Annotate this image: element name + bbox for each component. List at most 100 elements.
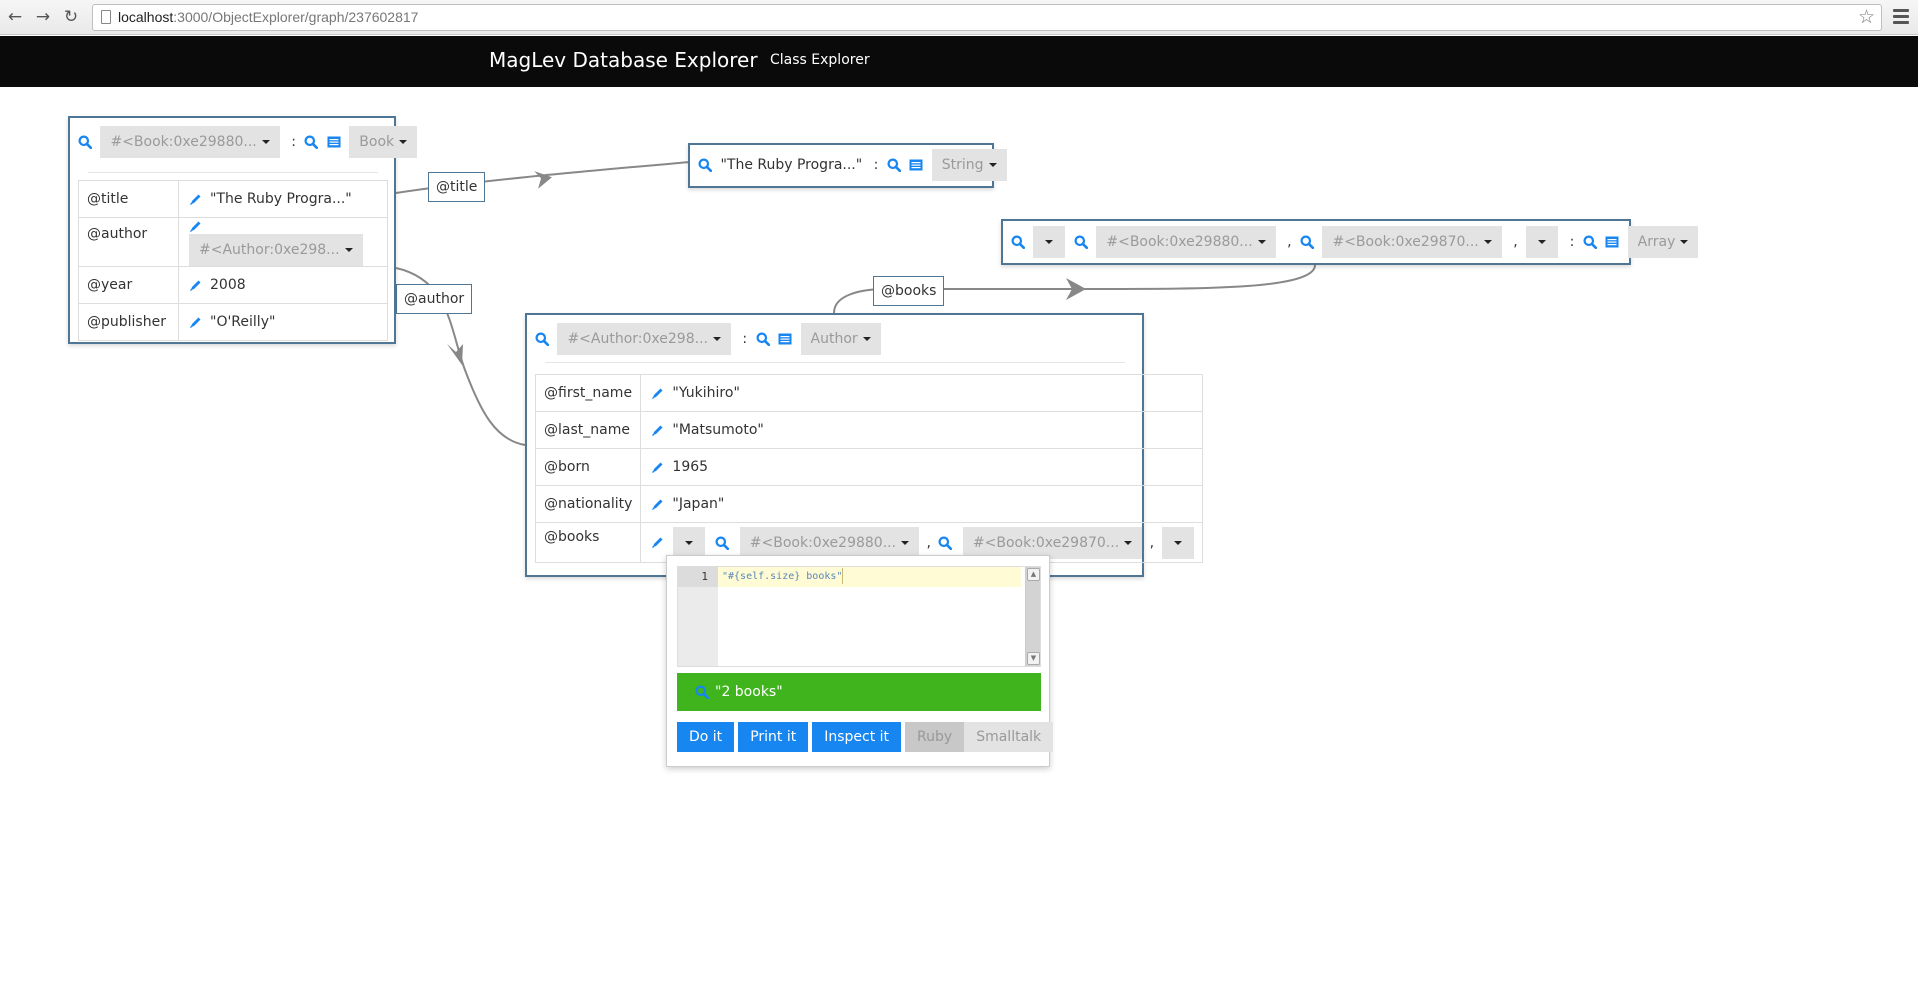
edge-label-books[interactable]: @books xyxy=(873,276,945,306)
element-dropdown[interactable]: #<Book:0xe29880... xyxy=(1096,226,1276,258)
object-book: #<Book:0xe29880... : Book @title "The Ru… xyxy=(68,116,418,344)
object-dropdown[interactable]: #<Book:0xe29880... xyxy=(100,126,280,158)
element-dropdown-label: #<Book:0xe29870... xyxy=(1332,234,1479,250)
attribute-value-text[interactable]: "Matsumoto" xyxy=(672,422,763,438)
action-buttons: Do it Print it Inspect it Ruby Smalltalk xyxy=(677,722,1054,752)
class-dropdown[interactable]: String xyxy=(931,149,1007,181)
caret-down-icon xyxy=(712,337,721,341)
search-icon[interactable] xyxy=(715,536,729,550)
editor-scrollbar[interactable]: ▲ ▼ xyxy=(1025,567,1040,666)
caret-down-icon xyxy=(1124,540,1133,545)
element-dropdown-label: #<Book:0xe29870... xyxy=(972,534,1120,551)
object-array: #<Book:0xe29880... , #<Book:0xe29870... … xyxy=(1001,219,1699,265)
object-dropdown[interactable]: #<Author:0xe298... xyxy=(557,323,731,355)
search-icon[interactable] xyxy=(887,158,901,172)
comma: , xyxy=(926,534,931,551)
list-icon[interactable] xyxy=(1605,236,1619,248)
search-icon[interactable] xyxy=(78,135,92,149)
list-icon[interactable] xyxy=(327,136,341,148)
do-it-button[interactable]: Do it xyxy=(677,722,735,752)
class-dropdown[interactable]: Array xyxy=(1627,226,1699,258)
attribute-value-text[interactable]: "Yukihiro" xyxy=(672,385,739,401)
list-icon[interactable] xyxy=(909,159,923,171)
attribute-value: 1965 xyxy=(640,448,1203,486)
caret-down-icon xyxy=(344,248,353,252)
pencil-icon[interactable] xyxy=(189,193,202,206)
search-icon[interactable] xyxy=(756,332,770,346)
object-dropdown-label: #<Author:0xe298... xyxy=(567,331,708,347)
element-dropdown[interactable]: #<Book:0xe29880... xyxy=(739,526,920,559)
pencil-icon[interactable] xyxy=(189,279,202,292)
code-line[interactable]: "#{self.size} books" xyxy=(718,567,1021,587)
collapse-dropdown[interactable] xyxy=(672,526,705,559)
scroll-down-icon[interactable]: ▼ xyxy=(1027,652,1040,665)
search-icon[interactable] xyxy=(1011,235,1025,249)
divider xyxy=(545,362,1125,363)
attribute-name: @author xyxy=(78,217,179,267)
attribute-value-text[interactable]: 1965 xyxy=(672,459,708,475)
search-icon[interactable] xyxy=(698,158,712,172)
search-icon[interactable] xyxy=(938,536,952,550)
pencil-icon[interactable] xyxy=(651,536,664,549)
element-dropdown-label: #<Book:0xe29880... xyxy=(749,534,897,551)
element-dropdown[interactable]: #<Book:0xe29870... xyxy=(962,526,1143,559)
caret-down-icon xyxy=(399,140,408,144)
caret-down-icon xyxy=(862,337,871,341)
code-editor[interactable]: 1 "#{self.size} books" ▲ ▼ xyxy=(677,566,1041,667)
separator: : xyxy=(742,331,748,347)
edge-label-title[interactable]: @title xyxy=(428,172,486,202)
more-dropdown[interactable] xyxy=(1526,226,1559,258)
search-icon[interactable] xyxy=(1074,235,1088,249)
comma: , xyxy=(1513,234,1518,250)
pencil-icon[interactable] xyxy=(651,387,664,400)
pencil-icon[interactable] xyxy=(651,424,664,437)
class-dropdown-label: Author xyxy=(810,331,858,347)
object-string: "The Ruby Progra..." : String xyxy=(688,143,1007,188)
language-ruby-toggle[interactable]: Ruby xyxy=(905,722,965,752)
pencil-icon[interactable] xyxy=(651,498,664,511)
object-header: #<Book:0xe29880... : Book xyxy=(78,126,421,158)
pencil-icon[interactable] xyxy=(189,316,202,329)
divider xyxy=(88,172,378,173)
attribute-value-text[interactable]: "The Ruby Progra..." xyxy=(210,191,352,207)
attribute-value: "O'Reilly" xyxy=(178,303,388,341)
attribute-value-text[interactable]: "Japan" xyxy=(672,496,724,512)
pencil-icon[interactable] xyxy=(651,461,664,474)
list-icon[interactable] xyxy=(778,333,792,345)
element-dropdown[interactable]: #<Book:0xe29870... xyxy=(1322,226,1502,258)
pencil-icon[interactable] xyxy=(189,220,202,233)
class-dropdown-label: Array xyxy=(1637,234,1676,250)
search-icon[interactable] xyxy=(695,685,709,699)
object-header: #<Book:0xe29880... , #<Book:0xe29870... … xyxy=(1011,226,1702,258)
table-row: @born 1965 xyxy=(534,448,1203,486)
separator: : xyxy=(291,134,296,150)
table-row: @author #<Author:0xe298... xyxy=(78,217,388,267)
class-dropdown[interactable]: Book xyxy=(349,126,418,158)
attributes-table: @first_name "Yukihiro" @last_name "Matsu… xyxy=(534,374,1203,563)
table-row: @publisher "O'Reilly" xyxy=(78,303,388,341)
collapse-dropdown[interactable] xyxy=(1033,226,1066,258)
search-icon[interactable] xyxy=(535,332,549,346)
search-icon[interactable] xyxy=(1300,235,1314,249)
edge-label-author[interactable]: @author xyxy=(396,284,473,314)
print-it-button[interactable]: Print it xyxy=(738,722,809,752)
language-smalltalk-toggle[interactable]: Smalltalk xyxy=(964,722,1054,752)
attribute-value-text[interactable]: 2008 xyxy=(210,277,246,293)
attribute-value: #<Author:0xe298... xyxy=(178,217,388,267)
more-dropdown[interactable] xyxy=(1161,526,1194,559)
code-text: "#{self.size} books" xyxy=(722,571,843,582)
table-row: @year 2008 xyxy=(78,266,388,304)
scroll-up-icon[interactable]: ▲ xyxy=(1027,568,1040,581)
attribute-value: "Yukihiro" xyxy=(640,374,1203,412)
caret-down-icon xyxy=(1257,240,1266,244)
attribute-value: "Matsumoto" xyxy=(640,411,1203,449)
inspect-it-button[interactable]: Inspect it xyxy=(812,722,902,752)
table-row: @title "The Ruby Progra..." xyxy=(78,180,388,218)
caret-down-icon xyxy=(988,163,997,167)
class-dropdown[interactable]: Author xyxy=(800,323,881,355)
search-icon[interactable] xyxy=(304,135,318,149)
attribute-name: @nationality xyxy=(534,485,642,523)
attribute-value-text[interactable]: "O'Reilly" xyxy=(210,314,275,330)
search-icon[interactable] xyxy=(1583,235,1597,249)
reference-dropdown[interactable]: #<Author:0xe298... xyxy=(189,234,363,266)
